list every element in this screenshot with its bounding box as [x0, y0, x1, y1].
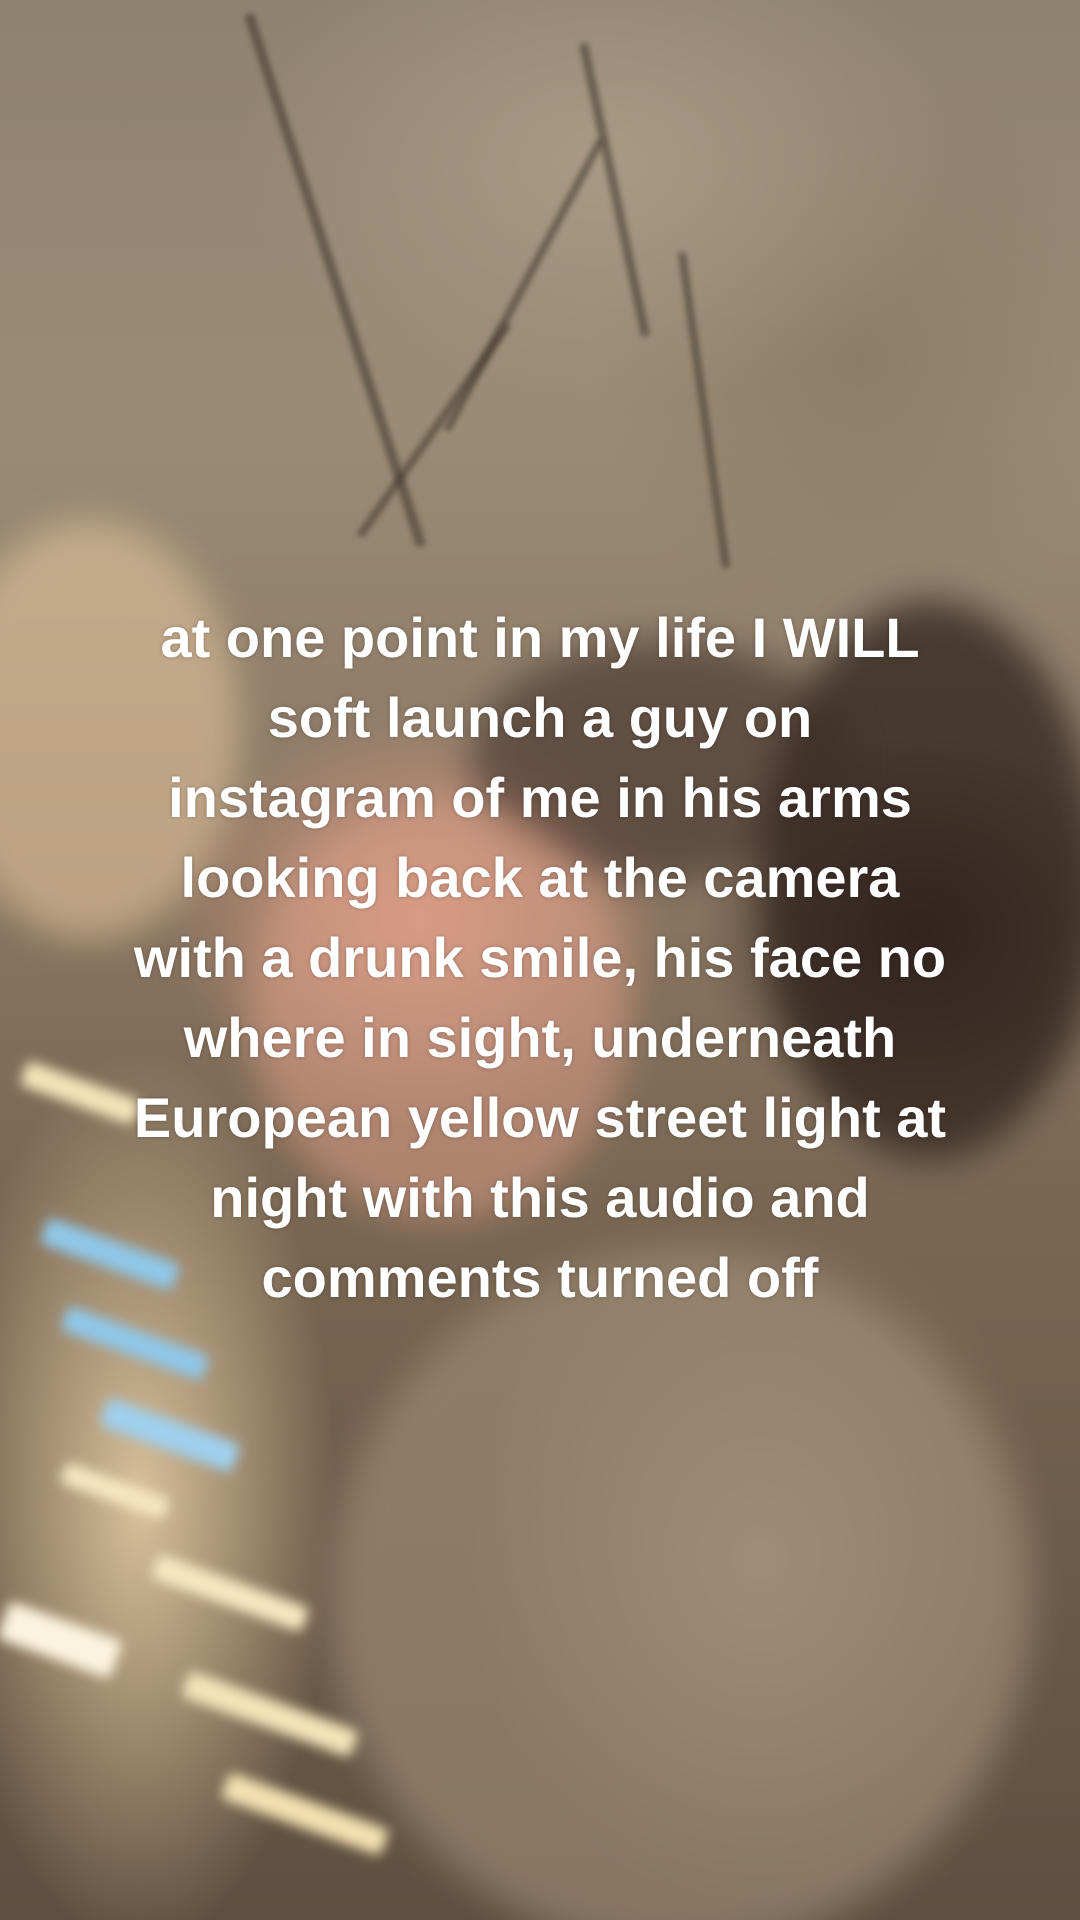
wall-crack: [578, 42, 651, 338]
street-light-bokeh: [180, 1670, 360, 1758]
street-light-bokeh: [59, 1461, 171, 1521]
street-light-bokeh: [0, 1600, 124, 1680]
video-frame: at one point in my life I WILL soft laun…: [0, 0, 1080, 1920]
caption-line: with a drunk smile, his face no: [133, 926, 947, 989]
video-caption: at one point in my life I WILL soft laun…: [40, 598, 1040, 1318]
caption-line: instagram of me in his arms: [168, 766, 912, 829]
caption-line: at one point in my life I WILL: [160, 606, 920, 669]
caption-line: European yellow street light at: [133, 1086, 947, 1149]
street-light-bokeh: [99, 1396, 241, 1474]
caption-line: soft launch a guy on: [267, 686, 813, 749]
caption-line: comments turned off: [261, 1246, 819, 1309]
wall-crack: [243, 12, 427, 548]
caption-line: where in sight, underneath: [183, 1006, 897, 1069]
street-light-bokeh: [150, 1553, 310, 1633]
caption-line: night with this audio and: [210, 1166, 870, 1229]
wall-crack: [677, 251, 731, 569]
street-light-bokeh: [220, 1771, 390, 1857]
coat-blur: [330, 1250, 1030, 1920]
caption-line: looking back at the camera: [180, 846, 900, 909]
